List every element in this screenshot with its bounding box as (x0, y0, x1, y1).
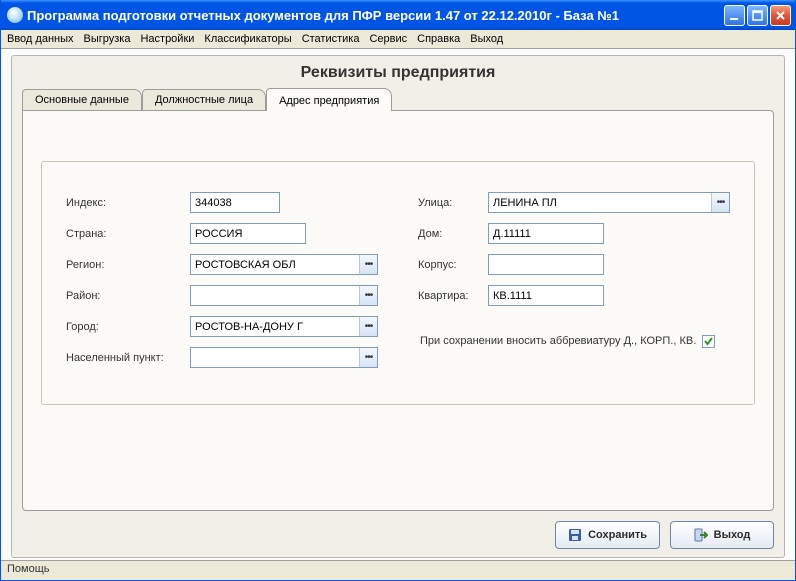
row-house: Дом: (418, 223, 730, 244)
minimize-button[interactable] (724, 5, 745, 26)
lookup-nasp[interactable]: ••• (359, 348, 377, 367)
menu-vvod[interactable]: Ввод данных (7, 33, 74, 45)
ellipsis-icon: ••• (717, 197, 725, 208)
app-icon (7, 7, 23, 23)
ellipsis-icon: ••• (365, 259, 373, 270)
input-city[interactable] (191, 317, 359, 336)
menu-service[interactable]: Сервис (369, 33, 407, 45)
field-flat (488, 285, 604, 306)
window-buttons (724, 5, 791, 26)
exit-label: Выход (714, 529, 751, 541)
input-flat[interactable] (489, 286, 639, 305)
main-panel: Реквизиты предприятия Основные данные До… (11, 55, 785, 558)
row-country: Страна: (66, 223, 378, 244)
tabs: Основные данные Должностные лица Адрес п… (22, 88, 774, 110)
close-icon (775, 10, 786, 21)
label-region: Регион: (66, 259, 184, 271)
row-korp: Корпус: (418, 254, 730, 275)
status-help: Помощь (7, 563, 50, 575)
input-raion[interactable] (191, 286, 359, 305)
label-country: Страна: (66, 228, 184, 240)
row-city: Город: ••• (66, 316, 378, 337)
label-house: Дом: (418, 228, 482, 240)
tab-address[interactable]: Адрес предприятия (266, 88, 392, 111)
menu-settings[interactable]: Настройки (140, 33, 194, 45)
field-nasp: ••• (190, 347, 378, 368)
row-checkbox: При сохранении вносить аббревиатуру Д., … (418, 334, 730, 348)
minimize-icon (729, 10, 740, 21)
label-flat: Квартира: (418, 290, 482, 302)
footer-buttons: Сохранить Выход (22, 521, 774, 549)
row-index: Индекс: (66, 192, 378, 213)
field-region: ••• (190, 254, 378, 275)
menubar: Ввод данных Выгрузка Настройки Классифик… (1, 30, 795, 49)
row-nasp: Населенный пункт: ••• (66, 347, 378, 368)
input-korp[interactable] (489, 255, 639, 274)
save-button[interactable]: Сохранить (555, 521, 660, 549)
maximize-icon (752, 10, 763, 21)
field-korp (488, 254, 604, 275)
input-nasp[interactable] (191, 348, 359, 367)
lookup-city[interactable]: ••• (359, 317, 377, 336)
lookup-street[interactable]: ••• (711, 193, 729, 212)
row-street: Улица: ••• (418, 192, 730, 213)
field-country (190, 223, 306, 244)
lookup-region[interactable]: ••• (359, 255, 377, 274)
input-region[interactable] (191, 255, 359, 274)
label-checkbox: При сохранении вносить аббревиатуру Д., … (420, 334, 696, 348)
app-window: Программа подготовки отчетных документов… (0, 0, 796, 581)
maximize-button[interactable] (747, 5, 768, 26)
label-korp: Корпус: (418, 259, 482, 271)
label-street: Улица: (418, 197, 482, 209)
menu-help[interactable]: Справка (417, 33, 460, 45)
input-country[interactable] (191, 224, 341, 243)
menu-exit[interactable]: Выход (470, 33, 503, 45)
field-street: ••• (488, 192, 730, 213)
field-city: ••• (190, 316, 378, 337)
field-house (488, 223, 604, 244)
check-icon (703, 336, 714, 347)
label-raion: Район: (66, 290, 184, 302)
ellipsis-icon: ••• (365, 321, 373, 332)
menu-stats[interactable]: Статистика (302, 33, 360, 45)
titlebar: Программа подготовки отчетных документов… (1, 0, 795, 30)
label-nasp: Населенный пункт: (66, 352, 184, 364)
ellipsis-icon: ••• (365, 352, 373, 363)
right-column: Улица: ••• Дом: (418, 192, 730, 368)
lookup-raion[interactable]: ••• (359, 286, 377, 305)
client-area: Реквизиты предприятия Основные данные До… (1, 49, 795, 560)
page-title: Реквизиты предприятия (22, 64, 774, 82)
label-city: Город: (66, 321, 184, 333)
tab-officials[interactable]: Должностные лица (142, 89, 266, 110)
statusbar: Помощь (1, 560, 795, 580)
field-index (190, 192, 280, 213)
close-button[interactable] (770, 5, 791, 26)
window-title: Программа подготовки отчетных документов… (27, 8, 724, 23)
field-raion: ••• (190, 285, 378, 306)
checkbox-abbrev[interactable] (702, 335, 715, 348)
tab-body: Индекс: Страна: (22, 110, 774, 511)
row-region: Регион: ••• (66, 254, 378, 275)
ellipsis-icon: ••• (365, 290, 373, 301)
left-column: Индекс: Страна: (66, 192, 378, 368)
tab-main-data[interactable]: Основные данные (22, 89, 142, 110)
exit-icon (694, 528, 708, 542)
save-icon (568, 528, 582, 542)
input-house[interactable] (489, 224, 639, 243)
address-group: Индекс: Страна: (41, 161, 755, 405)
input-index[interactable] (191, 193, 341, 212)
menu-vygruzka[interactable]: Выгрузка (84, 33, 131, 45)
menu-klass[interactable]: Классификаторы (204, 33, 291, 45)
row-raion: Район: ••• (66, 285, 378, 306)
input-street[interactable] (489, 193, 711, 212)
label-index: Индекс: (66, 197, 184, 209)
row-flat: Квартира: (418, 285, 730, 306)
save-label: Сохранить (588, 529, 647, 541)
exit-button[interactable]: Выход (670, 521, 774, 549)
